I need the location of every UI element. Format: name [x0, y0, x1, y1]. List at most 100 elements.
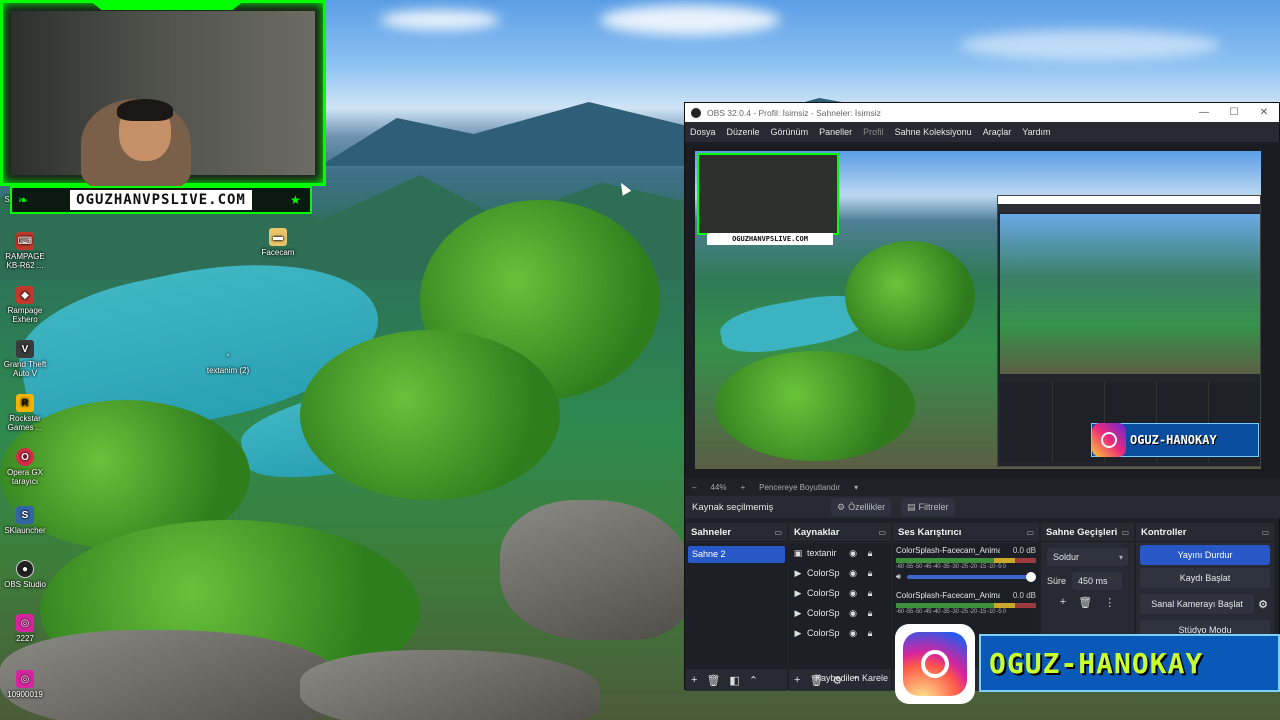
source-item[interactable]: ▶ ColorSp ◉ 🔒︎ — [789, 583, 891, 603]
source-item[interactable]: ▣ textanir ◉ 🔒︎ — [789, 543, 891, 563]
chevron-down-icon: ▾ — [1118, 552, 1123, 562]
scenes-dock: Sahneler ▭ Sahne 2 + 🗑 ◧ ⌃ — [686, 523, 787, 691]
star-icon: ★ — [290, 193, 301, 207]
instagram-overlay: OGUZ-HANOKAY — [895, 624, 1280, 704]
menu-gorunum[interactable]: Görünüm — [771, 127, 809, 137]
menu-duzenle[interactable]: Düzenle — [727, 127, 760, 137]
minimize-icon[interactable]: — — [1189, 107, 1219, 118]
volume-slider[interactable] — [907, 572, 1036, 582]
start-virtual-camera-button[interactable]: Sanal Kamerayı Başlat — [1140, 594, 1255, 614]
preview-tree — [845, 241, 975, 351]
lock-icon[interactable]: 🔒︎ — [863, 548, 877, 559]
dock-options-icon[interactable]: ▭ — [1026, 528, 1034, 537]
trash-icon[interactable]: 🗑 — [706, 674, 720, 687]
desktop-icon-rockstar[interactable]: R Rockstar Games ... — [1, 394, 49, 432]
desktop-icon-textanim[interactable]: ◦ textanim (2) — [204, 346, 252, 375]
eye-icon[interactable]: ◉ — [846, 568, 860, 579]
mixer-channel-name: ColorSplash-Facecam_Animati — [896, 591, 1000, 600]
desktop-icon-file-2227[interactable]: ◎ 2227 — [1, 614, 49, 643]
menu-dosya[interactable]: Dosya — [690, 127, 716, 137]
dock-options-icon[interactable]: ▭ — [774, 528, 782, 537]
program-preview[interactable]: OGUZHANVPSLIVE.COM OGUZ-HANOKAY — [695, 151, 1261, 469]
duration-input[interactable]: 450 ms — [1072, 572, 1123, 590]
stop-streaming-button[interactable]: Yayını Durdur — [1140, 545, 1270, 565]
mixer-channel: ColorSplash-Facecam_Animati 0.0 dB -60 -… — [893, 588, 1039, 615]
obs-window: OBS 32.0.4 - Profil: İsimsiz - Sahneler:… — [684, 102, 1280, 691]
desktop-icon-obs-studio[interactable]: ● OBS Studio — [1, 560, 49, 589]
transition-select[interactable]: Soldur ▾ — [1047, 548, 1128, 566]
play-icon: ▶ — [794, 627, 802, 638]
dock-options-icon[interactable]: ▭ — [1261, 528, 1269, 537]
close-icon[interactable]: ✕ — [1249, 107, 1279, 118]
move-up-icon[interactable]: ⌃ — [749, 674, 758, 687]
scene-filters-icon[interactable]: ◧ — [729, 674, 739, 687]
meter-ticks: -60 -55 -50 -45 -40 -35 -30 -25 -20 -15 … — [896, 609, 1006, 615]
wallpaper-cloud — [600, 5, 780, 35]
maximize-icon[interactable]: ☐ — [1219, 107, 1249, 118]
lock-icon[interactable]: 🔒︎ — [863, 568, 877, 579]
zoom-in-button[interactable]: + — [740, 483, 745, 492]
eye-icon[interactable]: ◉ — [846, 588, 860, 599]
desktop-icon-rampage-exhero[interactable]: ◆ Rampage Exhero — [1, 286, 49, 324]
dock-options-icon[interactable]: ▭ — [1121, 528, 1129, 537]
desktop-icon-gta-v[interactable]: V Grand Theft Auto V — [1, 340, 49, 378]
desktop-icon-rampage-kb[interactable]: ⌨ RAMPAGE KB-R62 ... — [1, 232, 49, 270]
zoom-percent: 44% — [710, 482, 727, 492]
instagram-handle-banner: OGUZ-HANOKAY — [979, 634, 1280, 692]
lock-icon[interactable]: 🔒︎ — [863, 628, 877, 639]
instagram-icon — [1092, 423, 1126, 457]
lock-icon[interactable]: 🔒︎ — [863, 608, 877, 619]
zoom-out-button[interactable]: – — [692, 483, 696, 492]
nested-titlebar — [998, 196, 1260, 204]
dock-options-icon[interactable]: ▭ — [878, 528, 886, 537]
source-toolbar: Kaynak seçilmemiş ⚙ Özellikler ▤ Filtrel… — [685, 496, 1280, 518]
gear-icon[interactable]: ⚙ — [1258, 598, 1268, 611]
obs-titlebar[interactable]: OBS 32.0.4 - Profil: İsimsiz - Sahneler:… — [685, 103, 1279, 122]
start-recording-button[interactable]: Kaydı Başlat — [1140, 568, 1270, 588]
desktop-icon-opera-gx[interactable]: O Opera GX tarayıcı — [1, 448, 49, 486]
scenes-dock-header: Sahneler ▭ — [686, 523, 787, 542]
opera-gx-icon: O — [16, 448, 34, 466]
menu-profil[interactable]: Profil — [863, 127, 884, 137]
transition-duration: Süre 450 ms — [1047, 572, 1128, 590]
desktop-icon-file-10900019[interactable]: ◎ 10900019 — [1, 670, 49, 699]
desktop-icon-sklauncher[interactable]: S SKlauncher — [1, 506, 49, 535]
wallpaper-pine-tree — [300, 330, 560, 500]
menu-sahne-koleksiyonu[interactable]: Sahne Koleksiyonu — [895, 127, 972, 137]
speaker-icon[interactable]: 🔊︎ — [896, 572, 901, 582]
lock-icon[interactable]: 🔒︎ — [863, 588, 877, 599]
meter-ticks: -60 -55 -50 -45 -40 -35 -30 -25 -20 -15 … — [896, 564, 1006, 570]
properties-button[interactable]: ⚙ Özellikler — [831, 498, 892, 516]
scene-item[interactable]: Sahne 2 — [688, 546, 785, 563]
source-item[interactable]: ▶ ColorSp ◉ 🔒︎ — [789, 603, 891, 623]
streamer-hair — [117, 99, 173, 121]
wallpaper-rock — [0, 630, 340, 720]
more-options-icon[interactable]: ⋮ — [1104, 596, 1115, 609]
instagram-icon — [895, 624, 975, 704]
eye-icon[interactable]: ◉ — [846, 608, 860, 619]
controls-header: Kontroller ▭ — [1136, 523, 1274, 542]
preview-instagram-handle: OGUZ-HANOKAY — [1130, 433, 1217, 447]
folder-icon: ▬ — [269, 228, 287, 246]
desktop-icon-facecam-folder[interactable]: ▬ Facecam — [254, 228, 302, 257]
add-transition-icon[interactable]: + — [1060, 596, 1066, 609]
wallpaper-cloud — [960, 30, 1220, 60]
chevron-down-icon[interactable]: ▾ — [854, 483, 858, 492]
play-icon: ▶ — [794, 587, 802, 598]
scenes-list: Sahne 2 — [686, 543, 787, 669]
add-source-icon[interactable]: + — [794, 674, 800, 686]
filters-button[interactable]: ▤ Filtreler — [901, 498, 955, 516]
menu-yardim[interactable]: Yardım — [1022, 127, 1050, 137]
add-scene-icon[interactable]: + — [691, 674, 697, 686]
eye-icon[interactable]: ◉ — [846, 548, 860, 559]
facecam-overlay — [0, 0, 326, 189]
gear-icon: ⚙ — [837, 501, 846, 512]
menu-araclar[interactable]: Araçlar — [983, 127, 1012, 137]
fit-to-window-dropdown[interactable]: Pencereye Boyutlandır — [759, 483, 840, 492]
menu-paneller[interactable]: Paneller — [819, 127, 852, 137]
trash-icon[interactable]: 🗑 — [1078, 596, 1092, 609]
source-item[interactable]: ▶ ColorSp ◉ 🔒︎ — [789, 563, 891, 583]
eye-icon[interactable]: ◉ — [846, 628, 860, 639]
source-item[interactable]: ▶ ColorSp ◉ 🔒︎ — [789, 623, 891, 643]
obs-logo-icon — [691, 107, 701, 118]
